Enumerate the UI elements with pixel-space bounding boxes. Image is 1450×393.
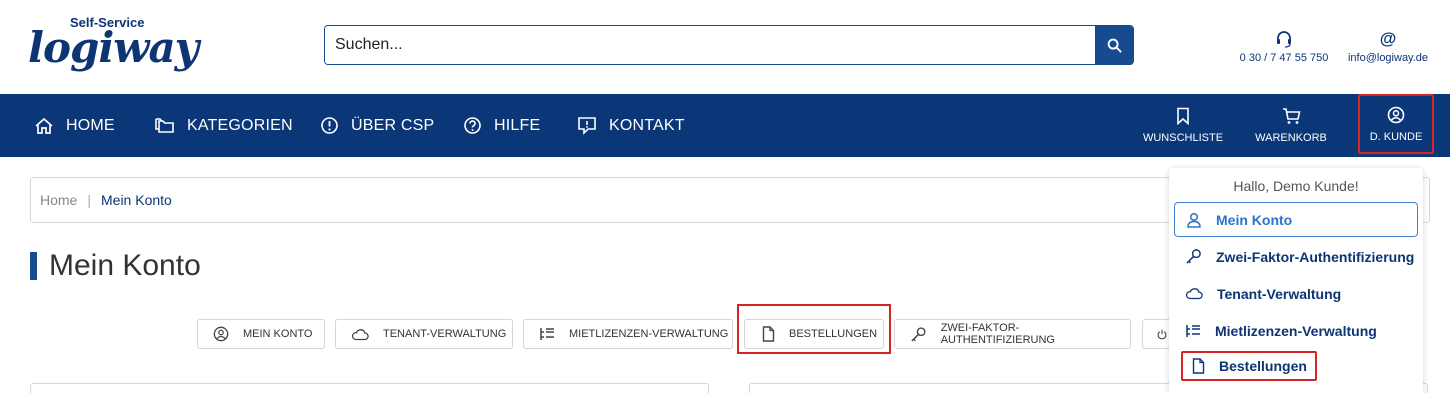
user-icon [1187, 212, 1201, 228]
dropdown-item-label: Mein Konto [1216, 211, 1293, 228]
tab-label: MEIN KONTO [243, 328, 313, 340]
nav-item-home[interactable]: HOME [34, 94, 115, 157]
key-icon [911, 326, 926, 342]
power-icon [1157, 329, 1167, 339]
folders-icon [155, 118, 174, 133]
search-bar [324, 25, 1134, 65]
highlight-tab-bestellungen [737, 304, 891, 354]
nav-cart[interactable]: WARENKORB [1252, 94, 1330, 157]
dropdown-item-tenant-verwaltung[interactable]: Tenant-Verwaltung [1174, 276, 1418, 311]
user-circle-icon [213, 326, 229, 342]
page-title: Mein Konto [49, 249, 201, 282]
dropdown-item-mietlizenzen[interactable]: Mietlizenzen-Verwaltung [1174, 313, 1418, 348]
home-icon [35, 117, 53, 134]
header: Self-Service logiway 0 30 / 7 47 55 750 … [0, 0, 1450, 94]
tab-zwei-faktor-authentifizierung[interactable]: ZWEI-FAKTOR-AUTHENTIFIZIERUNG [894, 319, 1131, 349]
search-button[interactable] [1095, 26, 1133, 64]
dropdown-item-bestellungen[interactable]: Bestellungen [1181, 351, 1317, 381]
tab-mietlizenzen-verwaltung[interactable]: MIETLIZENZEN-VERWALTUNG [523, 319, 733, 349]
nav-item-hilfe[interactable]: HILFE [463, 94, 540, 157]
list-tree-icon [540, 328, 554, 340]
nav-user-label: D. KUNDE [1369, 130, 1423, 143]
tab-label: ZWEI-FAKTOR-AUTHENTIFIZIERUNG [940, 322, 1055, 346]
nav-item-kategorien[interactable]: KATEGORIEN [154, 94, 293, 157]
tab-label: TENANT-VERWALTUNG [383, 328, 507, 340]
cart-icon [1282, 108, 1300, 124]
nav-item-kontakt[interactable]: KONTAKT [577, 94, 685, 157]
search-icon [1107, 38, 1122, 53]
tab-label: MIETLIZENZEN-VERWALTUNG [569, 328, 729, 340]
breadcrumb-current: Mein Konto [101, 192, 172, 208]
headset-icon [1230, 30, 1338, 48]
nav-cart-label: WARENKORB [1255, 132, 1327, 144]
main-nav: HOME KATEGORIEN ÜBER CSP HILFE KONTAKT W… [0, 94, 1450, 157]
nav-label: HILFE [494, 116, 541, 134]
user-dropdown-menu: Hallo, Demo Kunde! Mein Konto Zwei-Fakto… [1169, 168, 1423, 393]
nav-wishlist[interactable]: WUNSCHLISTE [1142, 94, 1224, 157]
nav-wishlist-label: WUNSCHLISTE [1142, 132, 1224, 144]
file-icon [1192, 358, 1205, 374]
tab-mein-konto[interactable]: MEIN KONTO [197, 319, 325, 349]
breadcrumb-home[interactable]: Home [40, 192, 77, 208]
question-icon [464, 117, 481, 134]
phone-contact[interactable]: 0 30 / 7 47 55 750 [1230, 30, 1338, 64]
dropdown-greeting: Hallo, Demo Kunde! [1233, 178, 1359, 194]
email-address: info@logiway.de [1347, 52, 1429, 64]
phone-number: 0 30 / 7 47 55 750 [1239, 52, 1329, 64]
logo[interactable]: Self-Service logiway [28, 14, 199, 78]
email-contact[interactable]: @ info@logiway.de [1340, 29, 1436, 65]
nav-label: ÜBER CSP [351, 116, 435, 134]
content-panel-left [30, 383, 709, 393]
dropdown-item-label: Mietlizenzen-Verwaltung [1215, 322, 1377, 339]
user-circle-icon [1387, 106, 1405, 123]
bookmark-icon [1177, 107, 1189, 125]
dropdown-item-label: Bestellungen [1219, 358, 1307, 374]
logo-wordmark: logiway [28, 23, 199, 72]
list-tree-icon [1186, 324, 1200, 337]
cloud-icon [1185, 288, 1203, 300]
title-accent-bar [30, 252, 37, 280]
nav-label: HOME [66, 116, 115, 134]
search-input[interactable] [325, 26, 1095, 64]
nav-item-ueber-csp[interactable]: ÜBER CSP [320, 94, 434, 157]
tab-tenant-verwaltung[interactable]: TENANT-VERWALTUNG [335, 319, 513, 349]
nav-label: KATEGORIEN [187, 116, 293, 134]
dropdown-item-mein-konto[interactable]: Mein Konto [1174, 202, 1418, 237]
breadcrumb-separator: | [87, 192, 91, 208]
dropdown-item-zwei-faktor[interactable]: Zwei-Faktor-Authentifizierung [1174, 239, 1418, 274]
dropdown-item-label: Tenant-Verwaltung [1217, 285, 1342, 302]
nav-label: KONTAKT [609, 116, 685, 134]
dropdown-item-label: Zwei-Faktor-Authentifizierung [1216, 248, 1415, 265]
nav-user-account[interactable]: D. KUNDE [1358, 94, 1434, 154]
page-title-block: Mein Konto [30, 249, 201, 282]
info-icon [321, 117, 338, 134]
message-icon [578, 117, 596, 135]
key-icon [1186, 249, 1201, 264]
cloud-icon [351, 328, 369, 340]
at-icon: @ [1379, 29, 1397, 48]
